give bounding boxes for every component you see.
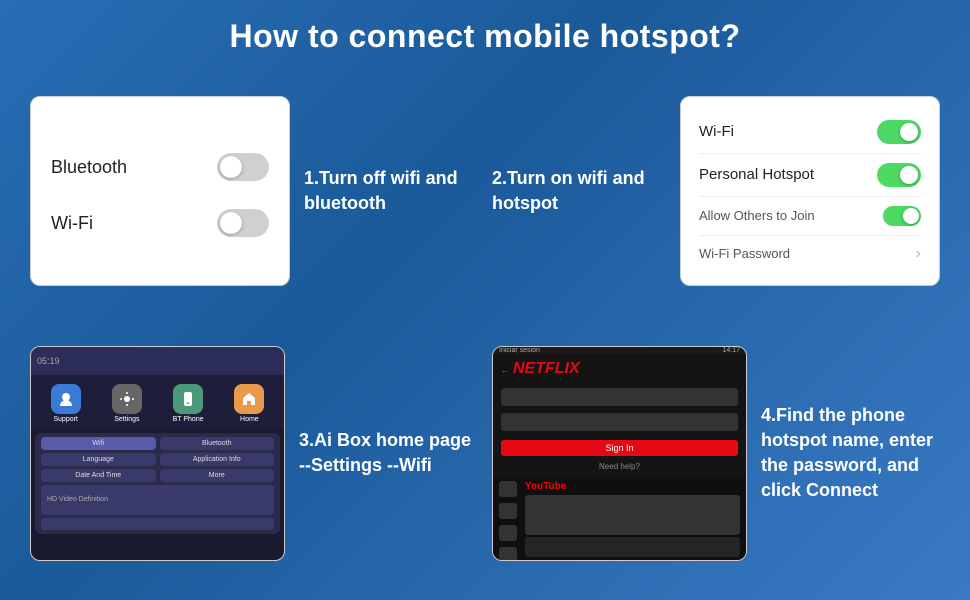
app-home-label: Home xyxy=(240,416,259,423)
yt-sidebar-icon-3[interactable] xyxy=(499,525,517,541)
wifi-knob-1 xyxy=(220,212,242,234)
step1-card: Bluetooth Wi-Fi xyxy=(30,96,290,286)
bluetooth-setting-btn[interactable]: Bluetooth xyxy=(160,437,275,450)
yt-sidebar-icon-4[interactable] xyxy=(499,547,517,561)
settings-row-1: Wifi Bluetooth xyxy=(41,437,274,450)
app-support-label: Support xyxy=(53,416,78,423)
hotspot-knob xyxy=(900,166,918,184)
app-support[interactable]: Support xyxy=(45,383,87,425)
wifi-toggle-2[interactable] xyxy=(877,120,921,144)
yt-thumbnail-1[interactable] xyxy=(525,495,740,535)
status-text-4: Iniciar sesión xyxy=(499,347,540,354)
wifi-password-row: Wi-Fi Password › xyxy=(699,241,921,267)
time-4: 14:17 xyxy=(722,347,740,354)
netflix-password-input[interactable] xyxy=(501,413,738,431)
back-icon[interactable]: ← xyxy=(501,366,509,375)
step4-card: Iniciar sesión 14:17 ← NETFLIX Sign In N… xyxy=(492,346,747,561)
settings-panel: Wifi Bluetooth Language Application Info… xyxy=(35,433,280,534)
page-title: How to connect mobile hotspot? xyxy=(0,0,970,67)
more-btn[interactable]: More xyxy=(160,469,275,482)
app-info-btn[interactable]: Application Info xyxy=(160,453,275,466)
yt-sidebar xyxy=(499,481,521,561)
step4-cell: Iniciar sesión 14:17 ← NETFLIX Sign In N… xyxy=(492,329,940,577)
language-btn[interactable]: Language xyxy=(41,453,156,466)
allow-knob xyxy=(903,208,919,224)
app-bt-phone-label: BT Phone xyxy=(173,416,204,423)
divider-1 xyxy=(699,153,921,154)
step2-cell: 2.Turn on wifi and hotspot Wi-Fi Persona… xyxy=(492,67,940,315)
netflix-logo: NETFLIX xyxy=(513,360,580,378)
nav-setup xyxy=(41,518,274,530)
bluetooth-toggle[interactable] xyxy=(217,153,269,181)
app-settings-label: Settings xyxy=(114,416,139,423)
step3-cell: 05:19 Support Settings xyxy=(30,329,478,577)
allow-others-row: Allow Others to Join xyxy=(699,202,921,230)
allow-others-label: Allow Others to Join xyxy=(699,208,815,223)
app-bt-phone[interactable]: BT Phone xyxy=(167,383,209,425)
app-icons-row: Support Settings BT Phone xyxy=(31,375,284,429)
settings-row-3: Date And Time More xyxy=(41,469,274,482)
allow-others-toggle[interactable] xyxy=(883,206,921,226)
step2-card: Wi-Fi Personal Hotspot Allow Others to J… xyxy=(680,96,940,286)
yt-sidebar-icon-1[interactable] xyxy=(499,481,517,497)
step1-text: 1.Turn off wifi and bluetooth xyxy=(304,166,478,216)
wifi-setting-btn[interactable]: Wifi xyxy=(41,437,156,450)
step2-text: 2.Turn on wifi and hotspot xyxy=(492,166,666,216)
main-grid: Bluetooth Wi-Fi 1.Turn off wifi and blue… xyxy=(0,67,970,597)
hotspot-toggle[interactable] xyxy=(877,163,921,187)
wifi-label-2: Wi-Fi xyxy=(699,123,734,140)
yt-thumbnail-2[interactable] xyxy=(525,537,740,557)
bluetooth-row: Bluetooth xyxy=(51,153,269,181)
netflix-email-input[interactable] xyxy=(501,388,738,406)
hotspot-row: Personal Hotspot xyxy=(699,159,921,191)
date-time-btn[interactable]: Date And Time xyxy=(41,469,156,482)
divider-2 xyxy=(699,196,921,197)
time-3: 05:19 xyxy=(37,356,60,366)
yt-main: YouTube xyxy=(525,481,740,561)
wifi-toggle-1[interactable] xyxy=(217,209,269,237)
netflix-sign-in-btn[interactable]: Sign In xyxy=(501,440,738,456)
yt-logo: YouTube xyxy=(525,481,740,492)
step3-text: 3.Ai Box home page --Settings --Wifi xyxy=(299,428,478,478)
hd-text: HD Video Definition xyxy=(47,496,108,503)
status-bar-4: Iniciar sesión 14:17 xyxy=(493,347,746,354)
status-bar-3: 05:19 xyxy=(31,347,284,375)
divider-3 xyxy=(699,235,921,236)
bluetooth-knob xyxy=(220,156,242,178)
netflix-help[interactable]: Need help? xyxy=(501,462,738,471)
step1-cell: Bluetooth Wi-Fi 1.Turn off wifi and blue… xyxy=(30,67,478,315)
hotspot-label: Personal Hotspot xyxy=(699,166,814,183)
step4-text: 4.Find the phone hotspot name, enter the… xyxy=(761,403,940,504)
yt-sidebar-icon-2[interactable] xyxy=(499,503,517,519)
hd-label: HD Video Definition xyxy=(41,485,274,515)
wifi-knob-2 xyxy=(900,123,918,141)
step3-card: 05:19 Support Settings xyxy=(30,346,285,561)
settings-row-2: Language Application Info xyxy=(41,453,274,466)
wifi-password-label: Wi-Fi Password xyxy=(699,246,790,261)
chevron-icon: › xyxy=(916,245,921,263)
bluetooth-label: Bluetooth xyxy=(51,157,127,178)
wifi-row-2: Wi-Fi xyxy=(699,116,921,148)
netflix-header: ← NETFLIX xyxy=(501,360,738,382)
netflix-section: ← NETFLIX Sign In Need help? xyxy=(493,354,746,477)
app-settings[interactable]: Settings xyxy=(106,383,148,425)
youtube-section: YouTube xyxy=(493,477,746,561)
wifi-row-1: Wi-Fi xyxy=(51,209,269,237)
wifi-label-1: Wi-Fi xyxy=(51,213,93,234)
app-home[interactable]: Home xyxy=(228,383,270,425)
